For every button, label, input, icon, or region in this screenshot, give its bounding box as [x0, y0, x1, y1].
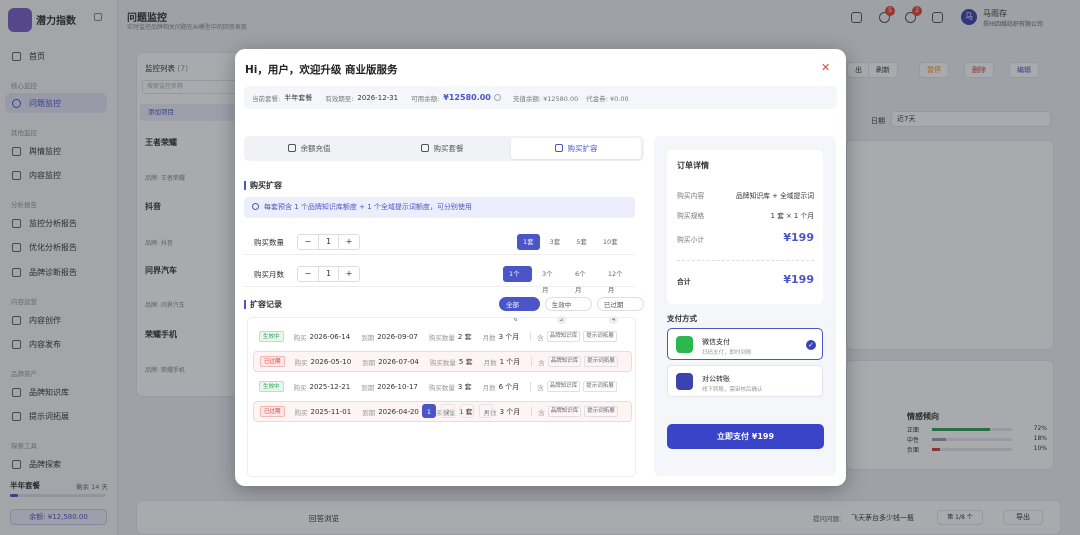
status-badge: 已过期 — [260, 406, 285, 417]
months-stepper[interactable]: −1 + — [297, 266, 360, 282]
next-page-button[interactable]: › — [460, 404, 474, 418]
decrement-button[interactable]: − — [298, 267, 318, 281]
status-badge: 生效中 — [259, 381, 284, 392]
months-option[interactable]: 12个月 — [602, 266, 635, 294]
payment-title: 支付方式 — [667, 314, 697, 323]
balance-label: 可用余额: — [411, 94, 440, 103]
order-spec-row: 购买规格 1 套 × 1 个月 — [677, 212, 814, 220]
quantity-option[interactable]: 5套 — [570, 234, 593, 250]
order-title: 订单详情 — [677, 161, 709, 170]
order-total-row: 合计 ¥199 — [677, 273, 814, 286]
filter-all[interactable]: 全部6 — [499, 297, 540, 324]
filter-expired[interactable]: 已过期4 — [596, 297, 644, 324]
records-pager: « ‹ 1 2 › » — [384, 404, 493, 418]
payment-desc: 扫码支付，即时到账 — [702, 350, 752, 356]
page-button[interactable]: 1 — [422, 404, 436, 418]
quantity-option[interactable]: 1套 — [517, 234, 540, 250]
record-row: 已过期 购买 2026-05-10 到期 2026-07-04 购买数量 5 套 月数… — [253, 351, 632, 372]
payment-name: 微信支付 — [702, 338, 730, 346]
section-title-buy: 购买扩容 — [244, 181, 282, 190]
months-option[interactable]: 6个月 — [569, 266, 598, 294]
balance-value: ¥12580.00 — [443, 93, 491, 102]
months-label: 购买月数 — [254, 270, 284, 279]
tab-recharge[interactable]: 余额充值 — [244, 138, 374, 159]
record-row: 生效中 购买 2025-12-21 到期 2026-10-17 购买数量 3 套 月数… — [253, 376, 632, 397]
expire-value: 2026-12-31 — [357, 93, 399, 102]
expansion-notice: 每套预含 1 个品牌知识库额度 + 1 个全域提示词额度，可分别使用 — [244, 197, 635, 218]
record-row: 生效中 购买 2026-06-14 到期 2026-09-07 购买数量 2 套 月数… — [253, 326, 632, 347]
tab-buy-expansion[interactable]: 购买扩容 — [511, 138, 641, 159]
quantity-stepper[interactable]: −1 + — [297, 234, 360, 250]
expire-label: 有效期至: — [325, 94, 354, 103]
page-button[interactable]: 2 — [441, 404, 455, 418]
months-option[interactable]: 3个月 — [536, 266, 565, 294]
plan-value: 半年套餐 — [284, 93, 313, 102]
months-option[interactable]: 1个月 — [503, 266, 532, 294]
purchase-tabs: 余额充值 购买套餐 购买扩容 — [244, 136, 644, 161]
increment-button[interactable]: + — [339, 235, 359, 249]
increment-button[interactable]: + — [339, 267, 359, 281]
pay-now-button[interactable]: 立即支付 ¥199 — [667, 424, 824, 449]
status-badge: 生效中 — [259, 331, 284, 342]
months-row: 购买月数 −1 + 1个月 3个月 6个月 12个月 — [244, 261, 635, 294]
info-icon — [252, 203, 259, 210]
quantity-label: 购买数量 — [254, 238, 284, 247]
filter-active[interactable]: 生效中2 — [544, 297, 592, 324]
upgrade-modal: Hi，用户，欢迎升级 商业版服务 ✕ 当前套餐: 半年套餐 有效期至: 2026-1… — [235, 49, 846, 486]
section-title-records: 扩容记录 — [244, 300, 282, 309]
bank-icon — [676, 373, 693, 390]
quantity-options: 1套 3套 5套 10套 — [517, 234, 624, 250]
last-page-button[interactable]: » — [479, 404, 493, 418]
quantity-option[interactable]: 3套 — [544, 234, 567, 250]
recharge-balance: 充值余额: ¥12580.00 — [512, 94, 579, 103]
payment-option-transfer[interactable]: 对公转账 线下转账，需审核后确认 — [667, 365, 823, 397]
order-content-row: 购买内容 品牌知识库 + 全域提示词 — [677, 192, 814, 200]
account-info-bar: 当前套餐: 半年套餐 有效期至: 2026-12-31 可用余额: ¥12580.00… — [244, 86, 837, 109]
payment-option-wechat[interactable]: 微信支付 扫码支付，即时到账 ✓ — [667, 328, 823, 360]
wechat-icon — [676, 336, 693, 353]
cart-icon — [420, 144, 429, 152]
order-details-card: 订单详情 购买内容 品牌知识库 + 全域提示词 购买规格 1 套 × 1 个月 购买… — [667, 150, 823, 304]
voucher-balance: 代金券: ¥0.00 — [586, 94, 629, 103]
quantity-value[interactable]: 1 — [318, 235, 339, 249]
decrement-button[interactable]: − — [298, 235, 318, 249]
order-divider — [677, 260, 814, 261]
payment-desc: 线下转账，需审核后确认 — [702, 387, 763, 393]
quantity-row: 购买数量 −1 + 1套 3套 5套 10套 — [244, 229, 635, 255]
check-icon: ✓ — [806, 340, 816, 350]
order-summary-area: 订单详情 购买内容 品牌知识库 + 全域提示词 购买规格 1 套 × 1 个月 购买… — [654, 136, 836, 476]
expansion-records: 生效中 购买 2026-06-14 到期 2026-09-07 购买数量 2 套 月数… — [247, 317, 636, 477]
prev-page-button[interactable]: ‹ — [403, 404, 417, 418]
info-icon[interactable] — [493, 94, 501, 101]
modal-title: Hi，用户，欢迎升级 商业版服务 — [245, 64, 398, 76]
status-badge: 已过期 — [260, 356, 285, 367]
plan-label: 当前套餐: — [252, 94, 281, 103]
wallet-icon — [287, 144, 296, 152]
box-icon — [554, 144, 563, 152]
close-icon[interactable]: ✕ — [821, 61, 830, 74]
payment-name: 对公转账 — [702, 375, 730, 383]
purchase-area: 余额充值 购买套餐 购买扩容 购买扩容 每套预含 1 个品牌知识库额度 + 1 … — [244, 136, 644, 486]
first-page-button[interactable]: « — [384, 404, 398, 418]
months-options: 1个月 3个月 6个月 12个月 — [503, 266, 635, 294]
tab-buy-plan[interactable]: 购买套餐 — [377, 138, 507, 159]
months-value[interactable]: 1 — [318, 267, 339, 281]
quantity-option[interactable]: 10套 — [597, 234, 624, 250]
record-filters: 全部6 生效中2 已过期4 — [499, 297, 644, 324]
order-subtotal-row: 购买小计 ¥199 — [677, 231, 814, 244]
